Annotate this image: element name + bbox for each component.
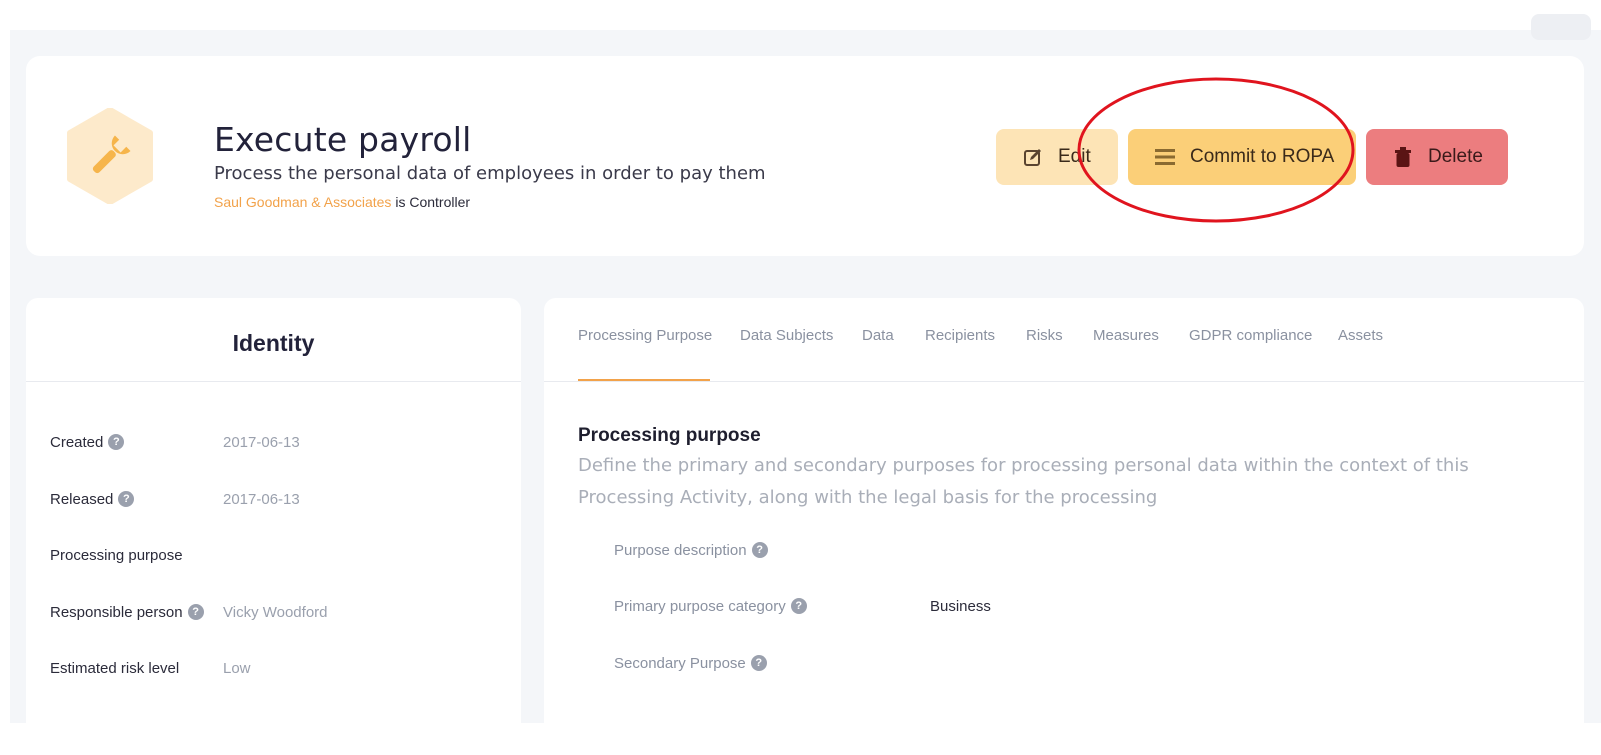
identity-row-processing-purpose: Processing purpose <box>50 544 520 566</box>
identity-row-label: Processing purpose <box>50 546 183 564</box>
section-description: Define the primary and secondary purpose… <box>578 455 1469 508</box>
tab-recipients[interactable]: Recipients <box>925 327 995 344</box>
edit-button-label: Edit <box>1058 146 1091 167</box>
tab-risks[interactable]: Risks <box>1026 327 1063 344</box>
field-label: Secondary Purpose <box>614 654 746 672</box>
field-label: Primary purpose category <box>614 597 786 615</box>
tab-measures[interactable]: Measures <box>1093 327 1159 344</box>
trash-icon <box>1392 146 1414 168</box>
identity-row-label: Created <box>50 433 104 451</box>
tab-bar: Processing Purpose Data Subjects Data Re… <box>544 298 1584 382</box>
identity-row-label: Released <box>50 490 114 508</box>
identity-row-risk-level: Estimated risk level Low <box>50 657 520 679</box>
page-subtitle: Process the personal data of employees i… <box>214 163 766 184</box>
tab-assets[interactable]: Assets <box>1338 327 1383 344</box>
identity-row-label: Responsible person <box>50 603 183 621</box>
field-purpose-description: Purpose description? <box>614 539 1514 561</box>
help-icon[interactable]: ? <box>790 598 807 614</box>
field-secondary-purpose: Secondary Purpose? <box>614 652 1514 674</box>
help-icon[interactable]: ? <box>108 434 125 450</box>
tab-processing-purpose[interactable]: Processing Purpose <box>578 327 712 344</box>
tab-data-subjects[interactable]: Data Subjects <box>740 327 833 344</box>
edit-button[interactable]: Edit <box>996 129 1118 185</box>
detail-panel: Processing Purpose Data Subjects Data Re… <box>544 298 1584 728</box>
field-primary-purpose-category: Primary purpose category? Business <box>614 595 1514 617</box>
identity-row-label: Estimated risk level <box>50 659 180 677</box>
identity-row-value: 2017-06-13 <box>223 433 300 451</box>
controller-suffix: is Controller <box>395 194 471 210</box>
help-icon[interactable]: ? <box>750 655 767 671</box>
processing-activity-header: Execute payroll Process the personal dat… <box>26 56 1584 256</box>
help-icon[interactable]: ? <box>751 542 768 558</box>
identity-row-value: 2017-06-13 <box>223 490 300 508</box>
controller-line: Saul Goodman & Associates is Controller <box>214 194 470 210</box>
identity-row-value: Low <box>223 659 251 677</box>
identity-row-released: Released? 2017-06-13 <box>50 488 520 510</box>
identity-header: Identity <box>26 298 521 382</box>
tab-data[interactable]: Data <box>862 327 894 344</box>
identity-row-created: Created? 2017-06-13 <box>50 431 520 453</box>
commit-to-ropa-button[interactable]: Commit to ROPA <box>1128 129 1356 185</box>
delete-button-label: Delete <box>1428 146 1483 167</box>
help-icon[interactable]: ? <box>187 604 204 620</box>
top-right-control[interactable] <box>1531 14 1591 40</box>
help-icon[interactable]: ? <box>118 491 135 507</box>
identity-row-responsible-person: Responsible person? Vicky Woodford <box>50 601 520 623</box>
field-value: Business <box>930 597 991 615</box>
section-title: Processing purpose <box>578 425 761 446</box>
tab-gdpr-compliance[interactable]: GDPR compliance <box>1189 327 1312 344</box>
wrench-icon <box>67 108 153 204</box>
identity-title: Identity <box>232 330 315 356</box>
list-icon <box>1154 146 1176 168</box>
commit-button-label: Commit to ROPA <box>1190 146 1335 167</box>
page-title: Execute payroll <box>214 120 472 159</box>
identity-row-value: Vicky Woodford <box>223 603 328 621</box>
delete-button[interactable]: Delete <box>1366 129 1508 185</box>
controller-link[interactable]: Saul Goodman & Associates <box>214 194 391 210</box>
active-tab-indicator <box>578 379 710 381</box>
edit-icon <box>1022 146 1044 168</box>
field-label: Purpose description <box>614 541 747 559</box>
